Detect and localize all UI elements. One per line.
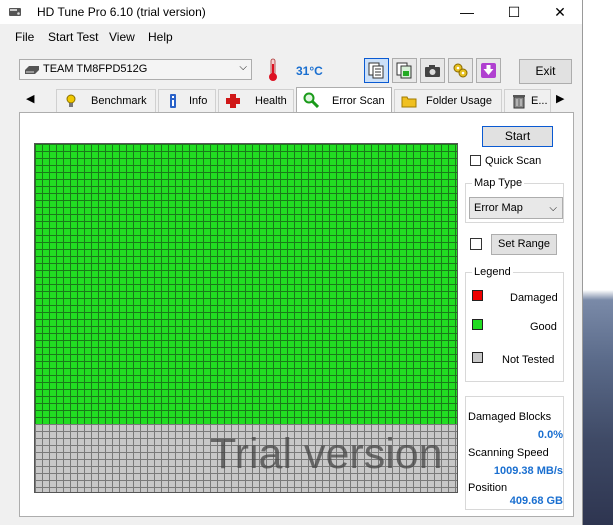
legend-title: Legend (472, 266, 513, 278)
copy-text-icon (368, 62, 384, 79)
app-window: HD Tune Pro 6.10 (trial version) — ☐ ✕ F… (0, 0, 583, 525)
folder-icon (401, 96, 417, 108)
copy-image-icon (396, 62, 412, 79)
map-type-value: Error Map (474, 202, 523, 214)
options-icon (453, 63, 468, 78)
minimize-button[interactable]: — (444, 0, 490, 24)
menu-start-test[interactable]: Start Test (48, 30, 98, 44)
options-button[interactable] (448, 58, 473, 83)
exit-button[interactable]: Exit (519, 59, 572, 84)
block-map-good-area (35, 144, 457, 424)
scanning-speed-value: 1009.38 MB/s (493, 465, 563, 477)
quick-scan-checkbox[interactable] (470, 155, 481, 166)
quick-scan-label: Quick Scan (485, 155, 542, 167)
tab-benchmark-label: Benchmark (91, 95, 147, 107)
tab-health-label: Health (255, 95, 287, 107)
tab-scroll-right-icon[interactable]: ▶ (556, 92, 564, 105)
tab-strip: ◀ Benchmark Info Health Error Scan Folde… (18, 87, 574, 113)
chevron-down-icon: ⌵ (239, 62, 247, 73)
menu-bar: File Start Test View Help (0, 27, 582, 47)
close-button[interactable]: ✕ (537, 0, 583, 24)
health-cross-icon (226, 94, 240, 108)
trash-icon (513, 95, 525, 109)
position-label: Position (468, 482, 508, 494)
legend-not-tested-swatch (472, 352, 483, 363)
tab-health[interactable]: Health (218, 89, 294, 112)
thermometer-icon (269, 58, 277, 81)
damaged-blocks-label: Damaged Blocks (468, 411, 552, 423)
menu-help[interactable]: Help (148, 30, 173, 44)
magnifier-icon (303, 92, 319, 108)
tab-erase[interactable]: E... (504, 89, 551, 112)
tab-scroll-left-icon[interactable]: ◀ (26, 92, 34, 105)
damaged-blocks-value: 0.0% (537, 429, 563, 441)
app-icon (9, 8, 21, 16)
position-value: 409.68 GB (509, 495, 563, 507)
screenshot-button[interactable] (420, 58, 445, 83)
tab-benchmark[interactable]: Benchmark (56, 89, 156, 112)
drive-icon (25, 66, 39, 74)
tab-error-scan[interactable]: Error Scan (296, 87, 392, 113)
tab-error-scan-label: Error Scan (332, 95, 385, 107)
map-type-title: Map Type (472, 177, 525, 189)
save-button[interactable] (476, 58, 501, 83)
menu-view[interactable]: View (109, 30, 135, 44)
tab-folder-usage[interactable]: Folder Usage (394, 89, 502, 112)
trial-watermark: Trial version (210, 430, 443, 478)
camera-icon (425, 65, 440, 77)
save-icon (481, 63, 496, 78)
legend-damaged-swatch (472, 290, 483, 301)
legend-good-label: Good (530, 321, 557, 333)
chevron-down-icon: ⌵ (549, 203, 557, 214)
menu-file[interactable]: File (15, 30, 34, 44)
benchmark-icon (66, 94, 76, 107)
legend-damaged-label: Damaged (510, 292, 558, 304)
tab-info-label: Info (189, 95, 208, 107)
temperature-readout: 31°C (296, 64, 323, 78)
window-title: HD Tune Pro 6.10 (trial version) (37, 5, 206, 19)
start-button[interactable]: Start (482, 126, 553, 147)
legend-good-swatch (472, 319, 483, 330)
map-type-dropdown[interactable]: Error Map ⌵ (469, 197, 563, 219)
legend-not-tested-label: Not Tested (502, 354, 555, 366)
scanning-speed-label: Scanning Speed (468, 447, 549, 459)
copy-image-button[interactable] (392, 58, 417, 83)
drive-dropdown[interactable]: TEAM TM8FPD512G ⌵ (19, 59, 252, 80)
desktop-background (582, 0, 613, 525)
info-icon (170, 94, 176, 108)
tab-folder-usage-label: Folder Usage (426, 95, 493, 107)
tab-info[interactable]: Info (158, 89, 216, 112)
set-range-button[interactable]: Set Range (491, 234, 557, 255)
maximize-button[interactable]: ☐ (491, 0, 537, 24)
title-bar: HD Tune Pro 6.10 (trial version) — ☐ ✕ (0, 0, 582, 24)
copy-text-button[interactable] (364, 58, 389, 83)
tab-erase-label: E... (531, 95, 548, 107)
set-range-checkbox[interactable] (470, 238, 482, 250)
drive-name: TEAM TM8FPD512G (43, 63, 148, 75)
